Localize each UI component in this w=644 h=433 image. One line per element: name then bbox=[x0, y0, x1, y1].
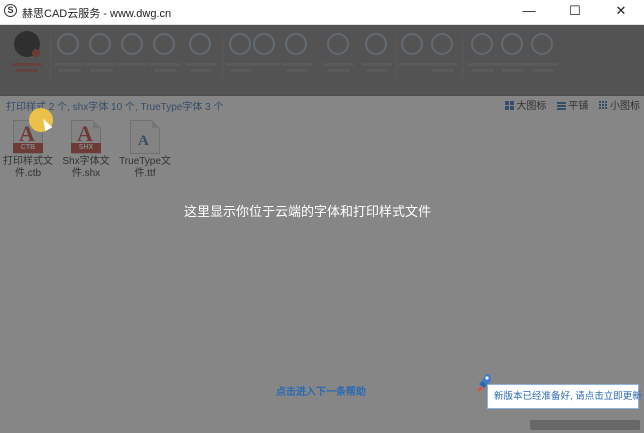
close-button[interactable]: ✕ bbox=[598, 0, 644, 24]
file-item-ttf[interactable]: A TrueType文件.ttf bbox=[117, 120, 173, 180]
ttf-file-icon: A bbox=[130, 120, 160, 154]
toolbar-divider bbox=[222, 35, 223, 79]
settings-icon bbox=[531, 33, 553, 55]
small-icons-view-icon bbox=[599, 101, 608, 110]
file-name: 打印样式文件.ctb bbox=[3, 156, 53, 179]
view-large-icons-button[interactable]: 大图标 bbox=[505, 97, 546, 112]
toolbar-text-button[interactable] bbox=[428, 31, 458, 91]
share-icon bbox=[121, 33, 143, 55]
shx-file-icon: A SHX bbox=[71, 120, 101, 154]
edit-icon bbox=[401, 33, 423, 55]
toolbar-sync-button[interactable] bbox=[186, 31, 216, 91]
grid-icon bbox=[365, 33, 387, 55]
toolbar-globe-button[interactable] bbox=[282, 31, 312, 91]
text-icon bbox=[431, 33, 453, 55]
notification-dot bbox=[32, 49, 40, 57]
toolbar-share-button[interactable] bbox=[118, 31, 148, 91]
user-account-button[interactable] bbox=[12, 31, 42, 91]
toolbar-font-button[interactable] bbox=[324, 31, 354, 91]
toolbar-refresh-button[interactable] bbox=[150, 31, 180, 91]
toolbar-grid-button[interactable] bbox=[362, 31, 392, 91]
toolbar-edit-button[interactable] bbox=[398, 31, 428, 91]
grid-view-icon bbox=[505, 101, 515, 110]
title-bar: S 赫思CAD云服务 - www.dwg.cn — ☐ ✕ bbox=[0, 0, 644, 25]
toolbar-settings-button[interactable] bbox=[528, 31, 558, 91]
app-logo-icon: S bbox=[4, 4, 17, 17]
toolbar bbox=[0, 25, 644, 96]
next-help-link[interactable]: 点击进入下一条帮助 bbox=[276, 383, 366, 398]
update-available-banner[interactable]: 新版本已经准备好, 请点击立即更新 bbox=[487, 384, 642, 409]
toolbar-key-button[interactable] bbox=[468, 31, 498, 91]
tutorial-hint-text: 这里显示你位于云端的字体和打印样式文件 bbox=[184, 204, 432, 219]
clock-icon bbox=[229, 33, 251, 55]
globe-icon bbox=[285, 33, 307, 55]
view-small-icons-button[interactable]: 小图标 bbox=[599, 97, 640, 112]
toolbar-upload-button[interactable] bbox=[54, 31, 84, 91]
font-icon bbox=[327, 33, 349, 55]
upload-icon bbox=[57, 33, 79, 55]
toolbar-divider bbox=[462, 35, 463, 79]
status-strip bbox=[530, 420, 640, 430]
view-tile-button[interactable]: 平铺 bbox=[557, 97, 588, 112]
toolbar-cloud-button[interactable] bbox=[86, 31, 116, 91]
toolbar-chat-button[interactable] bbox=[498, 31, 528, 91]
toolbar-divider bbox=[396, 35, 397, 79]
view-options: 大图标 平铺 小图标 bbox=[497, 97, 640, 112]
file-name: TrueType文件.ttf bbox=[119, 156, 171, 179]
refresh-icon bbox=[153, 33, 175, 55]
file-name: Shx字体文件.shx bbox=[62, 156, 110, 179]
toolbar-folder-button[interactable] bbox=[250, 31, 280, 91]
sync-icon bbox=[189, 33, 211, 55]
minimize-button[interactable]: — bbox=[506, 0, 552, 24]
folder-icon bbox=[253, 33, 275, 55]
toolbar-divider bbox=[50, 35, 51, 79]
file-item-shx[interactable]: A SHX Shx字体文件.shx bbox=[58, 120, 114, 180]
cloud-icon bbox=[89, 33, 111, 55]
maximize-button[interactable]: ☐ bbox=[552, 0, 598, 24]
window-title: 赫思CAD云服务 - www.dwg.cn bbox=[22, 8, 172, 20]
key-icon bbox=[471, 33, 493, 55]
list-view-icon bbox=[557, 101, 567, 110]
chat-icon bbox=[501, 33, 523, 55]
main-area bbox=[0, 25, 644, 433]
